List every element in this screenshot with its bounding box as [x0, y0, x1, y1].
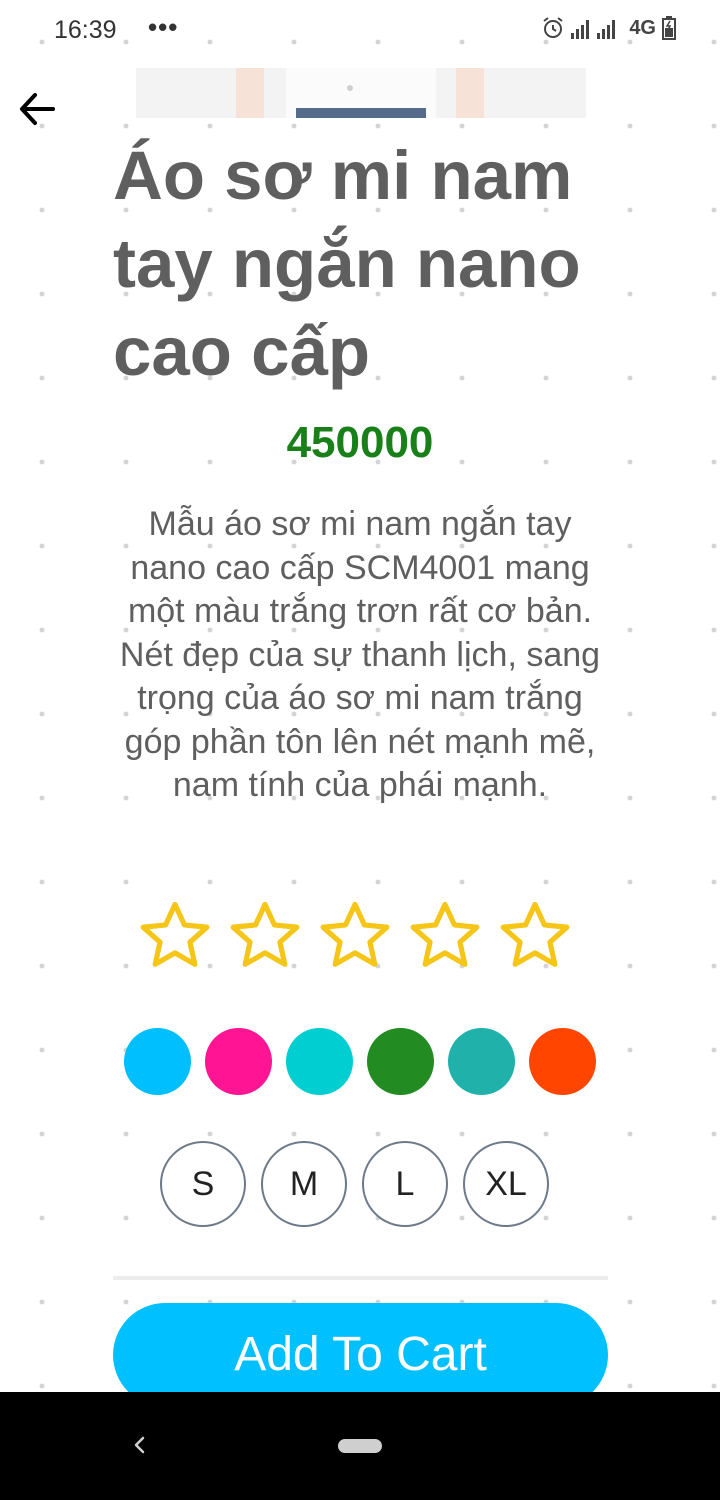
color-swatch[interactable]	[448, 1028, 515, 1095]
color-swatch[interactable]	[529, 1028, 596, 1095]
star-icon[interactable]	[406, 898, 484, 976]
color-swatch[interactable]	[205, 1028, 272, 1095]
status-icons: 4G	[541, 16, 676, 40]
product-title: Áo sơ mi nam tay ngắn nano cao cấp	[113, 137, 581, 390]
status-time: 16:39	[54, 16, 117, 44]
size-button[interactable]: M	[261, 1141, 347, 1227]
star-icon[interactable]	[496, 898, 574, 976]
alarm-icon	[543, 17, 563, 38]
nav-back-icon[interactable]	[126, 1430, 156, 1460]
size-button[interactable]: S	[160, 1141, 246, 1227]
notification-dots: •••	[148, 12, 179, 42]
star-icon[interactable]	[226, 898, 304, 976]
rating-stars	[136, 898, 574, 976]
star-icon[interactable]	[136, 898, 214, 976]
color-swatch[interactable]	[124, 1028, 191, 1095]
color-swatch[interactable]	[286, 1028, 353, 1095]
product-image	[136, 68, 586, 118]
size-options: S M L XL	[160, 1141, 549, 1227]
arrow-left-icon	[20, 93, 55, 125]
size-button[interactable]: L	[362, 1141, 448, 1227]
network-type: 4G	[629, 16, 656, 39]
divider	[113, 1276, 608, 1280]
status-bar: 16:39 ••• 4G	[0, 0, 720, 62]
color-options	[124, 1028, 596, 1095]
star-icon[interactable]	[316, 898, 394, 976]
product-description: Mẫu áo sơ mi nam ngắn tay nano cao cấp S…	[119, 505, 601, 804]
product-price: 450000	[286, 418, 434, 467]
nav-home-button[interactable]	[338, 1439, 382, 1453]
color-swatch[interactable]	[367, 1028, 434, 1095]
signal-icon	[571, 20, 616, 39]
size-button[interactable]: XL	[463, 1141, 549, 1227]
battery-icon	[662, 16, 676, 40]
back-button[interactable]	[12, 84, 62, 134]
system-nav-bar	[0, 1392, 720, 1500]
